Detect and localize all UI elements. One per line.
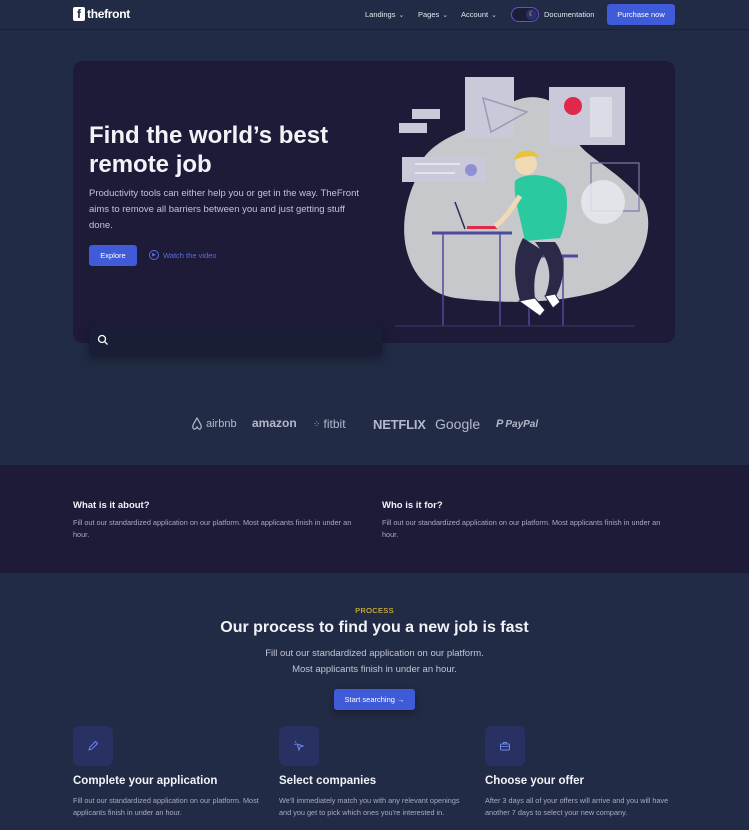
cursor-click-icon [279, 726, 319, 766]
about-heading: What is it about? [73, 500, 150, 511]
process-eyebrow: PROCESS [355, 606, 394, 615]
airbnb-icon [192, 417, 202, 430]
process-subtitle-line: Most applicants finish in under an hour. [292, 664, 457, 675]
process-subtitle-line: Fill out our standardized application on… [265, 648, 484, 659]
watch-video-link[interactable]: ▶ Watch the video [149, 250, 217, 260]
step-description: Fill out our standardized application on… [73, 796, 259, 817]
audience-text: Fill out our standardized application on… [382, 518, 661, 539]
nav-landings[interactable]: Landings ⌄ [365, 10, 404, 19]
fitbit-dots-icon: ⁘ [313, 418, 321, 429]
documentation-link[interactable]: Documentation [544, 10, 594, 19]
google-logo: Google [435, 415, 480, 433]
paypal-logo: P PayPal [496, 415, 538, 433]
step-description: We'll immediately match you with any rel… [279, 796, 460, 817]
brand-label: fitbit [323, 417, 346, 431]
fitbit-logo: ⁘ fitbit [313, 415, 346, 433]
nav-pages[interactable]: Pages ⌄ [418, 10, 448, 19]
top-navbar: f thefront Landings ⌄ Pages ⌄ Account ⌄ … [0, 0, 749, 30]
about-text: Fill out our standardized application on… [73, 518, 352, 539]
brand-label: amazon [252, 416, 297, 430]
logo-text: thefront [87, 7, 130, 21]
search-icon [97, 334, 108, 345]
brand-label: airbnb [206, 418, 237, 430]
search-input[interactable] [115, 331, 375, 350]
nav-label: Account [461, 10, 489, 19]
nav-label: Landings [365, 10, 396, 19]
search-bar[interactable] [89, 326, 382, 355]
brand-label: PayPal [505, 418, 539, 430]
chevron-down-icon: ⌄ [491, 11, 497, 19]
step-title: Complete your application [73, 775, 218, 787]
nav-label: Pages [418, 10, 440, 19]
brand-logo[interactable]: f thefront [73, 7, 130, 21]
amazon-logo: amazon [252, 414, 297, 432]
step-title: Select companies [279, 775, 377, 787]
chevron-down-icon: ⌄ [398, 11, 405, 19]
process-subtitle: Fill out our standardized application on… [0, 646, 749, 678]
brand-label: NETFLIX [373, 416, 426, 432]
hero-title: Find the world’s best remote job [89, 122, 329, 178]
process-title: Our process to find you a new job is fas… [220, 619, 529, 636]
hero-subtitle: Productivity tools can either help you o… [89, 188, 360, 231]
hero-illustration [395, 77, 649, 327]
pencil-icon [73, 726, 113, 766]
purchase-button[interactable]: Purchase now [607, 4, 675, 25]
brand-label: Google [435, 416, 481, 432]
moon-icon: ☾ [526, 9, 537, 20]
airbnb-logo: airbnb [191, 415, 237, 433]
step-title: Choose your offer [485, 775, 585, 787]
paypal-p-icon: P [496, 418, 504, 430]
step-description: After 3 days all of your offers will arr… [485, 796, 669, 817]
start-searching-button[interactable]: Start searching → [334, 689, 415, 710]
watch-video-label: Watch the video [163, 250, 217, 260]
logo-mark: f [73, 7, 85, 21]
play-circle-icon: ▶ [149, 250, 159, 260]
netflix-logo: NETFLIX [373, 415, 426, 433]
audience-heading: Who is it for? [382, 500, 443, 511]
chevron-down-icon: ⌄ [442, 11, 449, 19]
briefcase-icon [485, 726, 525, 766]
explore-button[interactable]: Explore [89, 245, 137, 266]
nav-account[interactable]: Account ⌄ [461, 10, 497, 19]
theme-toggle[interactable]: ☾ [511, 7, 539, 22]
